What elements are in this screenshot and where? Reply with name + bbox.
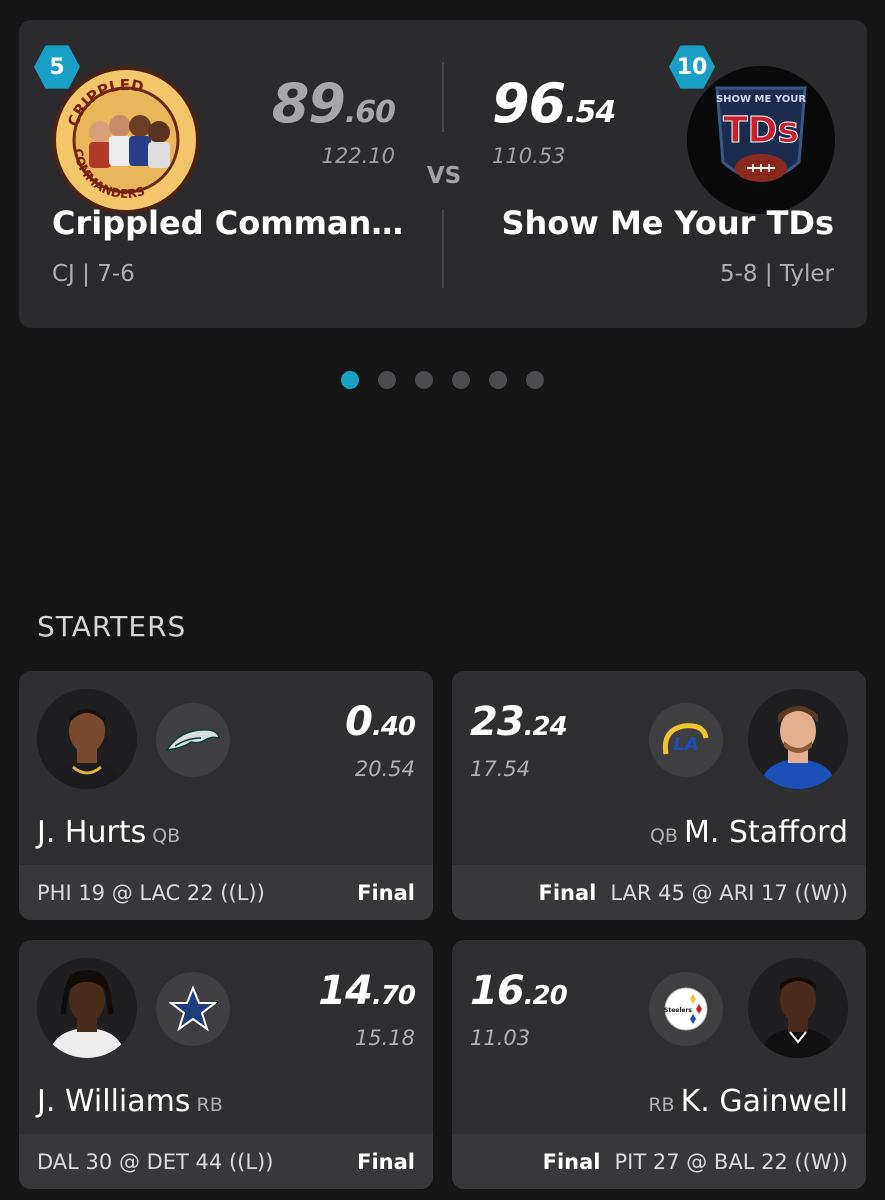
player-name[interactable]: J. Williams (37, 1084, 191, 1119)
player-card-stafford[interactable]: LA 23.24 17.54 QB M. Stafford Final LAR 4… (452, 671, 866, 920)
player-card-williams[interactable]: 14.70 15.18 J. Williams RB DAL 30 @ DET 4… (19, 940, 433, 1189)
pager-dot-1[interactable] (341, 371, 359, 389)
player-projected: 17.54 (470, 757, 531, 781)
seed-badge-left: 5 (34, 45, 80, 89)
game-result: DAL 30 @ DET 44 ((L)) (37, 1149, 274, 1174)
player-position: RB (196, 1094, 223, 1116)
game-status: Final (538, 880, 597, 905)
pager-dot-4[interactable] (452, 371, 470, 389)
player-score: 23.24 (470, 699, 568, 745)
player-position: QB (649, 825, 678, 847)
player-avatar (37, 958, 137, 1058)
team-logo-left[interactable]: CRIPPLED COMMANDERS (52, 66, 200, 214)
score-integer: 23 (470, 699, 525, 745)
game-status: Final (542, 1149, 601, 1174)
game-result: LAR 45 @ ARI 17 ((W)) (610, 880, 848, 905)
score-integer: 14 (318, 968, 373, 1014)
pager-dot-5[interactable] (489, 371, 507, 389)
pager-dot-6[interactable] (526, 371, 544, 389)
divider-top (442, 62, 444, 132)
player-name-row: J. Hurts QB (37, 815, 186, 850)
projected-score-left: 122.10 (321, 144, 395, 168)
player-name[interactable]: J. Hurts (37, 815, 146, 850)
player-name-row: J. Williams RB (37, 1084, 229, 1119)
player-score: 0.40 (345, 699, 416, 745)
score-decimal: .40 (371, 712, 416, 742)
player-position: QB (152, 825, 181, 847)
game-status: Final (357, 880, 415, 905)
game-status-bar: Final LAR 45 @ ARI 17 ((W)) (452, 865, 866, 920)
svg-text:SHOW ME YOUR: SHOW ME YOUR (716, 94, 806, 105)
player-card-gainwell[interactable]: Steelers 16.20 11.03 RB K. Gainwell Final… (452, 940, 866, 1189)
team-name-left[interactable]: Crippled Comman… (52, 204, 403, 242)
section-title: STARTERS (37, 610, 187, 643)
show-me-your-tds-logo: SHOW ME YOUR TDs (687, 66, 835, 214)
cowboys-icon (156, 972, 230, 1046)
score-decimal: .60 (344, 95, 396, 130)
game-status-bar: DAL 30 @ DET 44 ((L)) Final (19, 1134, 433, 1189)
player-score: 16.20 (470, 968, 568, 1014)
team-logo-right[interactable]: SHOW ME YOUR TDs (687, 66, 835, 214)
carousel-pager (341, 371, 544, 389)
score-integer: 96 (492, 72, 566, 135)
svg-text:LA: LA (673, 734, 698, 755)
game-result: PIT 27 @ BAL 22 ((W)) (614, 1149, 848, 1174)
svg-text:Steelers: Steelers (664, 1007, 692, 1014)
eagles-icon (156, 703, 230, 777)
player-headshot-icon (37, 689, 137, 789)
projected-score-right: 110.53 (492, 144, 566, 168)
game-status: Final (357, 1149, 415, 1174)
player-projected: 11.03 (470, 1026, 531, 1050)
player-card-hurts[interactable]: 0.40 20.54 J. Hurts QB PHI 19 @ LAC 22 ((… (19, 671, 433, 920)
matchup-card[interactable]: CRIPPLED COMMANDERS 5 89.60 122.10 VS 96… (19, 20, 867, 328)
crippled-commanders-logo: CRIPPLED COMMANDERS (60, 74, 192, 206)
player-name-row: RB K. Gainwell (642, 1084, 848, 1119)
player-avatar (748, 958, 848, 1058)
player-avatar (37, 689, 137, 789)
game-status-bar: Final PIT 27 @ BAL 22 ((W)) (452, 1134, 866, 1189)
pager-dot-3[interactable] (415, 371, 433, 389)
player-avatar (748, 689, 848, 789)
team-score-right: 96.54 (492, 72, 616, 135)
player-position: RB (648, 1094, 675, 1116)
player-name[interactable]: K. Gainwell (681, 1084, 848, 1119)
player-headshot-icon (748, 689, 848, 789)
score-decimal: .54 (565, 95, 616, 130)
pager-dot-2[interactable] (378, 371, 396, 389)
player-headshot-icon (37, 958, 137, 1058)
team-record-left: CJ | 7-6 (52, 261, 135, 287)
steelers-icon: Steelers (649, 972, 723, 1046)
rams-icon: LA (649, 703, 723, 777)
player-score: 14.70 (318, 968, 416, 1014)
team-name-right[interactable]: Show Me Your TDs (501, 204, 834, 242)
player-headshot-icon (748, 958, 848, 1058)
seed-badge-right: 10 (669, 45, 715, 89)
score-integer: 89 (271, 72, 346, 135)
game-status-bar: PHI 19 @ LAC 22 ((L)) Final (19, 865, 433, 920)
team-score-left: 89.60 (271, 72, 396, 135)
team-record-right: 5-8 | Tyler (719, 261, 834, 287)
player-name[interactable]: M. Stafford (684, 815, 848, 850)
player-projected: 20.54 (354, 757, 415, 781)
player-name-row: QB M. Stafford (644, 815, 848, 850)
score-decimal: .70 (371, 981, 416, 1011)
vs-label: VS (426, 163, 462, 189)
score-decimal: .24 (523, 712, 568, 742)
score-integer: 0 (345, 699, 373, 745)
player-projected: 15.18 (354, 1026, 415, 1050)
score-decimal: .20 (523, 981, 568, 1011)
score-integer: 16 (470, 968, 525, 1014)
divider-bottom (442, 210, 444, 288)
svg-text:TDs: TDs (723, 110, 799, 151)
game-result: PHI 19 @ LAC 22 ((L)) (37, 880, 265, 905)
